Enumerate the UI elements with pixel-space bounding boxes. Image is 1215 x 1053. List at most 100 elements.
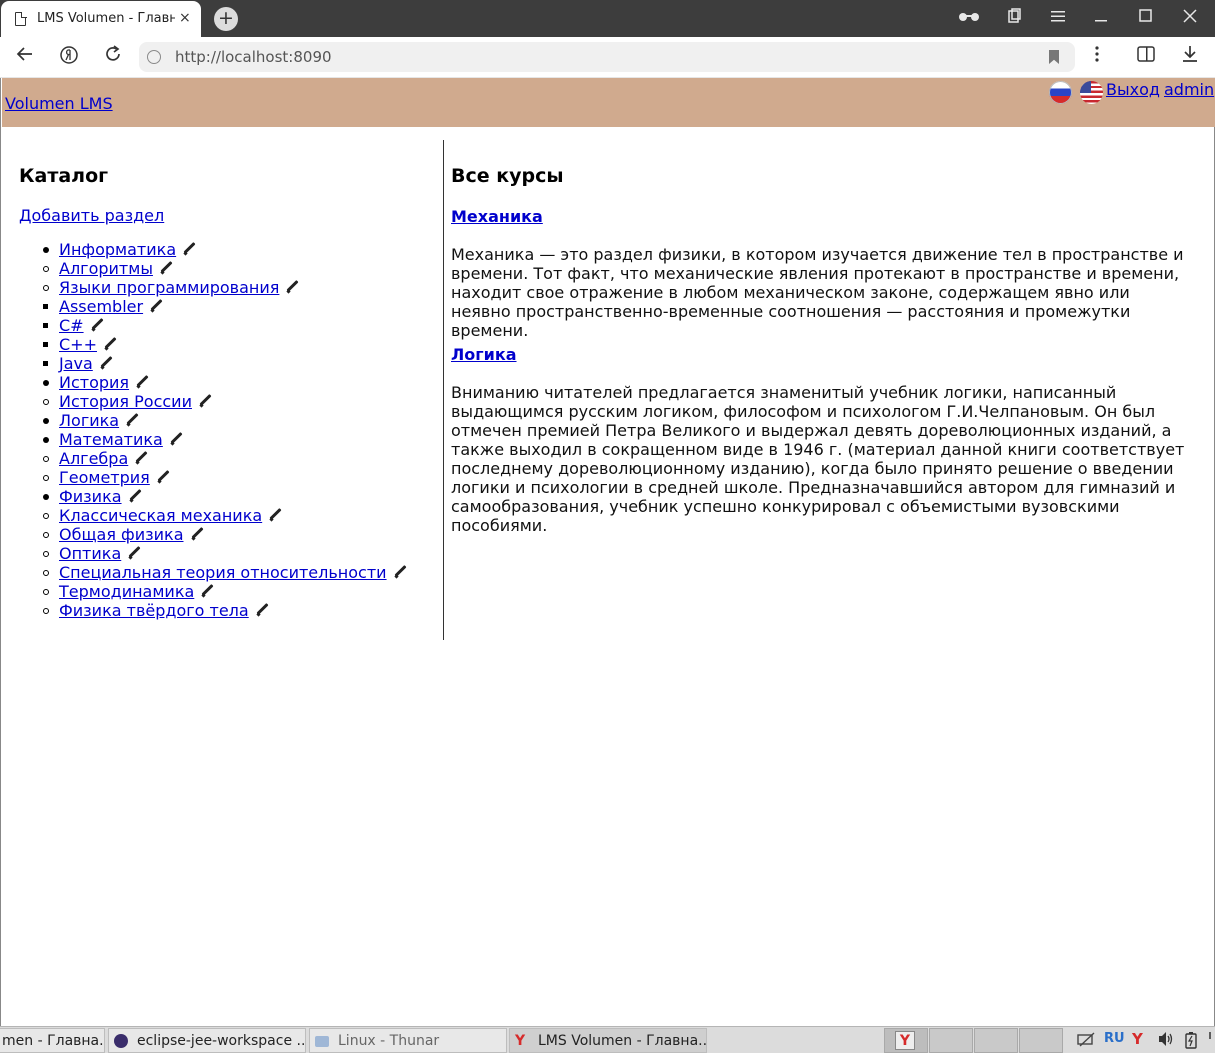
tree-link[interactable]: История России	[59, 392, 192, 411]
tree-link[interactable]: Алгебра	[59, 449, 128, 468]
tree-item-physics: Физика Классическая механика Общая физик…	[43, 487, 409, 620]
pencil-icon[interactable]	[99, 356, 115, 370]
browser-tabstrip: LMS Volumen - Главная × +	[0, 0, 1215, 37]
tree-link[interactable]: C#	[59, 316, 84, 335]
pencil-icon[interactable]	[134, 451, 150, 465]
reader-mode-icon[interactable]	[957, 8, 981, 27]
power-icon[interactable]	[1205, 1031, 1215, 1053]
logout-link[interactable]: Выход	[1106, 80, 1160, 99]
tree-item-general-physics: Общая физика	[43, 525, 409, 544]
tab-title: LMS Volumen - Главная	[37, 11, 175, 26]
workspace-1[interactable]: Y	[884, 1028, 928, 1053]
tree-link[interactable]: Классическая механика	[59, 506, 262, 525]
pencil-icon[interactable]	[125, 413, 141, 427]
workspace-3[interactable]	[974, 1028, 1018, 1053]
maximize-icon[interactable]	[1134, 8, 1158, 27]
course-title-link[interactable]: Механика	[451, 207, 543, 226]
pencil-icon[interactable]	[190, 527, 206, 541]
site-info-icon[interactable]	[147, 50, 161, 64]
workspace-4[interactable]	[1019, 1028, 1063, 1053]
pencil-icon[interactable]	[255, 603, 271, 617]
tree-item-logic: Логика	[43, 411, 409, 430]
pencil-icon[interactable]	[103, 337, 119, 351]
brand-link[interactable]: Volumen LMS	[5, 94, 113, 113]
tree-link[interactable]: Общая физика	[59, 525, 184, 544]
courses-title: Все курсы	[451, 165, 564, 187]
tree-link[interactable]: Java	[59, 354, 93, 373]
add-section-link[interactable]: Добавить раздел	[19, 206, 164, 225]
pencil-icon[interactable]	[149, 299, 165, 313]
new-tab-button[interactable]: +	[214, 7, 238, 31]
pencil-icon[interactable]	[135, 375, 151, 389]
menu-icon[interactable]	[1046, 8, 1070, 27]
pencil-icon[interactable]	[200, 584, 216, 598]
pencil-icon[interactable]	[285, 280, 301, 294]
sidebar-icon[interactable]	[1134, 45, 1158, 69]
address-bar[interactable]: http://localhost:8090	[139, 42, 1075, 72]
workspace-2[interactable]	[929, 1028, 973, 1053]
tree-item-cpp: C++	[43, 335, 409, 354]
yandex-tray-icon[interactable]: Y	[1132, 1030, 1143, 1048]
tree-item-solid-state-physics: Физика твёрдого тела	[43, 601, 409, 620]
downloads-icon[interactable]	[1178, 45, 1202, 69]
keyboard-layout-indicator[interactable]: RU	[1104, 1031, 1125, 1046]
task-button-lms[interactable]: Y LMS Volumen - Главна...	[509, 1028, 707, 1053]
pencil-icon[interactable]	[182, 242, 198, 256]
tab-close-icon[interactable]: ×	[179, 10, 191, 26]
task-button-browser-partial[interactable]: men - Главна...	[0, 1028, 105, 1053]
pencil-icon[interactable]	[127, 546, 143, 560]
tree-link[interactable]: Термодинамика	[59, 582, 194, 601]
course-title-link[interactable]: Логика	[451, 345, 517, 364]
page-icon	[15, 11, 27, 26]
pencil-icon[interactable]	[128, 489, 144, 503]
pencil-icon[interactable]	[198, 394, 214, 408]
tree-link[interactable]: Языки программирования	[59, 278, 279, 297]
close-window-icon[interactable]	[1178, 8, 1202, 27]
course-card: Логика Вниманию читателей предлагается з…	[451, 345, 1186, 535]
tree-link[interactable]: Алгоритмы	[59, 259, 153, 278]
tree-link[interactable]: Оптика	[59, 544, 121, 563]
minimize-icon[interactable]	[1090, 8, 1114, 27]
course-description: Вниманию читателей предлагается знаменит…	[451, 383, 1185, 535]
russian-flag-icon[interactable]	[1049, 81, 1072, 104]
course-card: Механика Механика — это раздел физики, в…	[451, 207, 1186, 340]
tree-link[interactable]: Логика	[59, 411, 119, 430]
task-button-eclipse[interactable]: eclipse-jee-workspace ...	[108, 1028, 306, 1053]
pencil-icon[interactable]	[90, 318, 106, 332]
user-link[interactable]: admin	[1164, 80, 1214, 99]
pencil-icon[interactable]	[159, 261, 175, 275]
eclipse-icon	[114, 1034, 128, 1048]
yandex-icon[interactable]	[57, 45, 81, 69]
yandex-icon: Y	[895, 1031, 915, 1050]
task-button-thunar[interactable]: Linux - Thunar	[309, 1028, 507, 1053]
tree-link[interactable]: Assembler	[59, 297, 143, 316]
bookmark-icon[interactable]	[1049, 50, 1059, 64]
battery-icon[interactable]	[1185, 1031, 1197, 1053]
catalog-tree: Информатика Алгоритмы Языки программиров…	[43, 240, 409, 620]
more-icon[interactable]	[1085, 45, 1109, 69]
tree-item-assembler: Assembler	[43, 297, 409, 316]
pencil-icon[interactable]	[268, 508, 284, 522]
pencil-icon[interactable]	[393, 565, 409, 579]
tree-item-algorithms: Алгоритмы	[43, 259, 409, 278]
tree-link[interactable]: Геометрия	[59, 468, 150, 487]
tree-link[interactable]: История	[59, 373, 129, 392]
volume-icon[interactable]	[1157, 1031, 1175, 1051]
tree-link[interactable]: Специальная теория относительности	[59, 563, 387, 582]
tree-link[interactable]: Физика	[59, 487, 122, 506]
pencil-icon[interactable]	[169, 432, 185, 446]
browser-tab[interactable]: LMS Volumen - Главная ×	[1, 1, 201, 37]
tree-link[interactable]: Физика твёрдого тела	[59, 601, 249, 620]
tree-link[interactable]: C++	[59, 335, 97, 354]
network-icon[interactable]	[1076, 1031, 1096, 1053]
pencil-icon[interactable]	[156, 470, 172, 484]
reload-icon[interactable]	[101, 45, 125, 69]
tree-link[interactable]: Математика	[59, 430, 163, 449]
collections-icon[interactable]	[1002, 8, 1026, 28]
catalog-panel: Каталог Добавить раздел Информатика Алго…	[2, 140, 444, 640]
tree-item-algebra: Алгебра	[43, 449, 409, 468]
tree-item-classical-mechanics: Классическая механика	[43, 506, 409, 525]
tree-link[interactable]: Информатика	[59, 240, 176, 259]
back-button[interactable]	[13, 45, 37, 69]
us-flag-icon[interactable]	[1080, 81, 1103, 104]
